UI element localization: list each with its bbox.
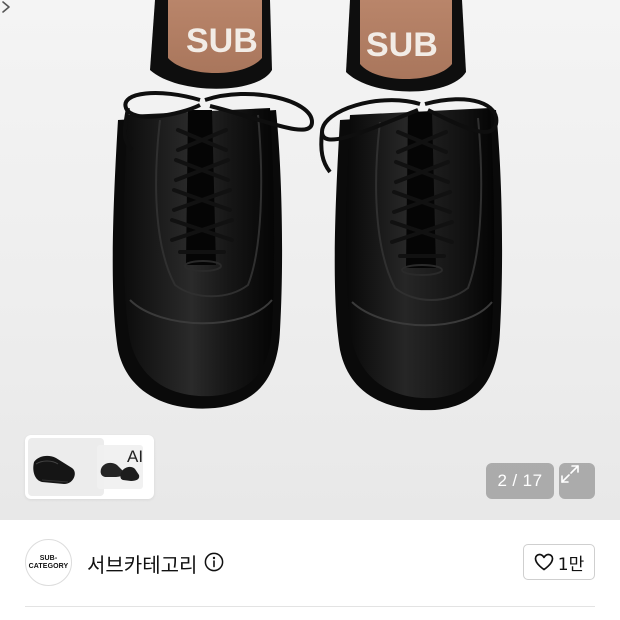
image-counter-separator: / <box>512 471 518 490</box>
brand-logo[interactable]: SUB- CATEGORY <box>25 539 72 586</box>
thumbnail-strip[interactable] <box>25 435 154 499</box>
insole-print-left: SUB <box>186 22 258 60</box>
like-button[interactable]: 1만 <box>523 544 595 580</box>
insole-print-right: SUB <box>366 26 438 64</box>
left-shoe: SUB SUB <box>112 0 315 409</box>
thumbnail-shoe-image <box>33 455 75 484</box>
thumbnail-current[interactable] <box>28 438 104 496</box>
fullscreen-button[interactable] <box>559 463 595 499</box>
heart-outline-icon <box>534 553 554 571</box>
brand-logo-line1: SUB- <box>39 554 58 562</box>
image-counter: 2 / 17 <box>486 463 554 499</box>
image-counter-total: 17 <box>522 471 543 490</box>
expand-icon <box>561 465 579 483</box>
section-divider <box>25 606 595 607</box>
ai-label[interactable]: AI <box>127 447 143 467</box>
right-shoe: SUB <box>319 0 503 411</box>
like-count: 1만 <box>557 554 585 575</box>
brand-row: SUB- CATEGORY 서브카테고리 1만 <box>0 520 620 606</box>
product-image[interactable]: SUB SUB AI 2 / 17 <box>0 0 620 520</box>
product-page: SUB SUB AI 2 / 17 SUB- CATEGORY 서브카테고리 1… <box>0 0 620 620</box>
image-counter-current: 2 <box>497 471 508 490</box>
chevron-right-icon[interactable] <box>0 0 12 14</box>
brand-logo-line2: CATEGORY <box>28 562 69 570</box>
brand-name[interactable]: 서브카테고리 <box>87 549 197 578</box>
info-icon[interactable] <box>204 552 224 572</box>
